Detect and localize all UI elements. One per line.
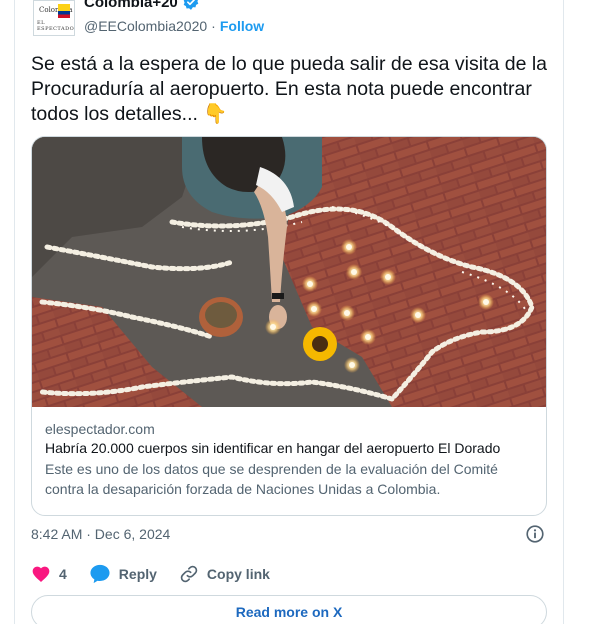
tweet-timestamp[interactable]: 8:42 AM · Dec 6, 2024 xyxy=(31,526,170,542)
link-description: Este es uno de los datos que se desprend… xyxy=(45,461,498,497)
tweet-actions: 4 Reply Copy link xyxy=(31,564,292,584)
tweet-text: Se está a la espera de lo que pueda sali… xyxy=(31,53,548,125)
separator-dot: · xyxy=(211,18,216,34)
like-count: 4 xyxy=(59,566,67,582)
read-more-button[interactable]: Read more on X xyxy=(31,595,547,624)
link-title[interactable]: Habría 20.000 cuerpos sin identificar en… xyxy=(45,440,535,456)
author-handle[interactable]: @EEColombia2020 xyxy=(84,18,207,34)
like-button[interactable]: 4 xyxy=(31,564,67,584)
author-display-name[interactable]: Colombia+20 xyxy=(84,0,178,11)
link-preview-meta: elespectador.com Habría 20.000 cuerpos s… xyxy=(45,421,535,499)
reply-label: Reply xyxy=(118,566,157,582)
flag-icon xyxy=(58,4,70,18)
copy-link-button[interactable]: Copy link xyxy=(179,564,270,584)
link-preview-image xyxy=(32,137,546,407)
link-icon xyxy=(180,565,198,583)
info-icon[interactable] xyxy=(524,523,546,545)
verified-badge-icon xyxy=(183,0,199,10)
reply-button[interactable]: Reply xyxy=(89,564,157,584)
link-domain: elespectador.com xyxy=(45,421,155,437)
heart-icon xyxy=(32,566,50,582)
copy-link-label: Copy link xyxy=(206,566,270,582)
reply-bubble-icon xyxy=(90,564,110,584)
sunflower xyxy=(303,327,337,361)
author-name-row: Colombia+20 xyxy=(84,0,200,11)
follow-button[interactable]: Follow xyxy=(220,18,264,34)
avatar-bottom-text: EL ESPECTADOR xyxy=(37,20,75,32)
link-preview-card[interactable]: elespectador.com Habría 20.000 cuerpos s… xyxy=(31,136,547,516)
author-avatar[interactable]: Colombia EL ESPECTADOR xyxy=(33,0,75,36)
author-handle-row: @EEColombia2020 · Follow xyxy=(84,18,264,34)
